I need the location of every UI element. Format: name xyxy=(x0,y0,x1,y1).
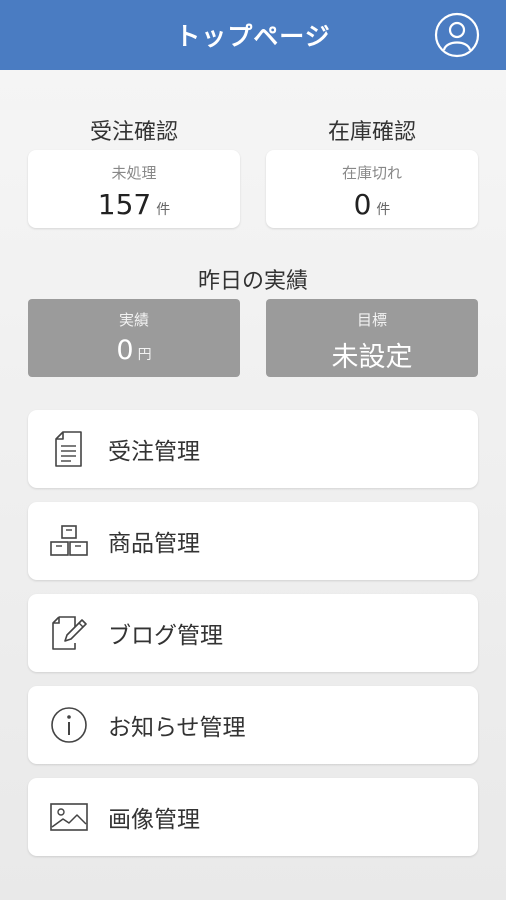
stock-label: 在庫切れ xyxy=(341,164,402,182)
image-icon xyxy=(48,796,90,838)
stock-card[interactable]: 在庫切れ 0件 xyxy=(266,150,478,228)
menu-label: ブログ管理 xyxy=(108,623,223,649)
info-icon xyxy=(48,704,90,746)
stock-section-title: 在庫確認 xyxy=(327,120,416,145)
page-title: トップページ xyxy=(175,22,331,51)
user-circle-icon xyxy=(434,12,480,58)
orders-value: 157 xyxy=(97,188,152,221)
profile-button[interactable] xyxy=(434,12,480,58)
target-value: 未設定 xyxy=(331,342,413,373)
menu-label: 受注管理 xyxy=(108,439,200,465)
orders-unit: 件 xyxy=(156,202,171,218)
target-label: 目標 xyxy=(356,311,387,329)
menu-item-products[interactable]: 商品管理 xyxy=(28,502,478,580)
actual-label: 実績 xyxy=(118,311,149,329)
boxes-icon xyxy=(48,520,90,562)
edit-icon xyxy=(48,612,90,654)
menu-item-news[interactable]: お知らせ管理 xyxy=(28,686,478,764)
menu-item-blog[interactable]: ブログ管理 xyxy=(28,594,478,672)
menu-label: 商品管理 xyxy=(108,531,200,557)
header-bar: トップページ xyxy=(0,0,506,70)
orders-card[interactable]: 未処理 157 件 xyxy=(28,150,240,228)
document-icon xyxy=(48,428,90,470)
orders-label: 未処理 xyxy=(111,164,157,182)
stock-value: 0 xyxy=(353,188,372,221)
menu-item-orders[interactable]: 受注管理 xyxy=(28,410,478,488)
menu-label: 画像管理 xyxy=(108,807,200,833)
target-card[interactable]: 目標 未設定 xyxy=(266,299,478,377)
actual-card: 実績 0円 xyxy=(28,299,240,377)
menu-item-images[interactable]: 画像管理 xyxy=(28,778,478,856)
orders-section-title: 受注確認 xyxy=(89,120,178,145)
yesterday-section-title: 昨日の実績 xyxy=(197,269,308,294)
menu-label: お知らせ管理 xyxy=(108,715,246,741)
actual-value: 0 xyxy=(116,335,134,366)
stock-unit: 件 xyxy=(376,202,391,218)
actual-unit: 円 xyxy=(137,347,152,363)
